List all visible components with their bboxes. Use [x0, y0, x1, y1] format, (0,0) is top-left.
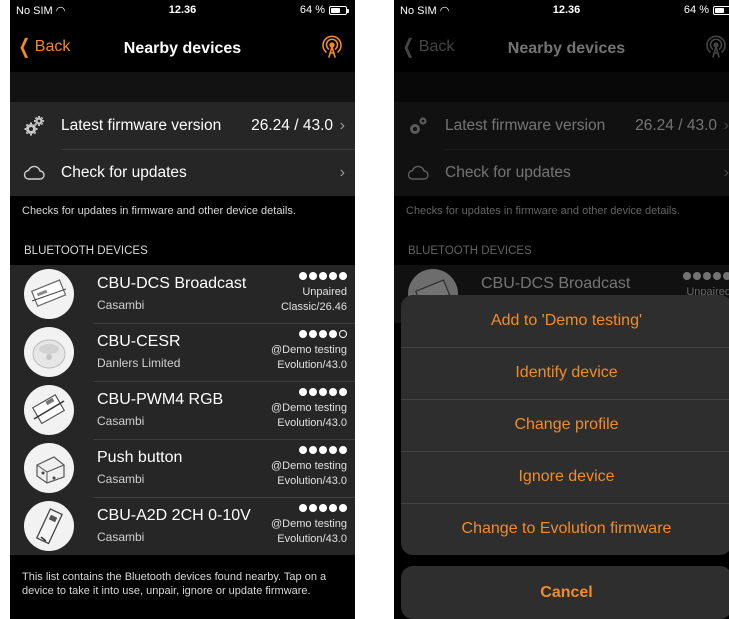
device-maker: Casambi — [97, 298, 145, 312]
device-name: Push button — [97, 449, 183, 466]
radar-broadcast-icon[interactable] — [319, 33, 345, 59]
battery-icon — [329, 5, 349, 15]
page-title: Nearby devices — [123, 40, 242, 57]
battery-icon — [713, 5, 729, 15]
signal-strength-icon — [683, 272, 729, 280]
device-name: CBU-CESR — [97, 333, 181, 350]
clock: 12.36 — [552, 4, 581, 16]
device-row[interactable]: CBU-PWM4 RGB Casambi @Demo testing Evolu… — [10, 381, 355, 439]
gears-icon — [410, 117, 427, 134]
signal-strength-icon — [299, 504, 347, 512]
device-row[interactable]: Push button Casambi @Demo testing Evolut… — [10, 439, 355, 497]
device-status: @Demo testing — [271, 402, 347, 414]
radar-broadcast-icon[interactable] — [703, 33, 729, 59]
device-status: Unpaired — [302, 286, 347, 298]
device-maker: Casambi — [97, 472, 145, 486]
identify-device-button[interactable]: Identify device — [401, 347, 729, 399]
device-maker: Casambi — [97, 530, 145, 544]
chevron-right-icon: › — [339, 163, 345, 181]
chevron-right-icon: › — [723, 163, 729, 181]
signal-strength-icon — [299, 446, 347, 454]
battery-percent: 64 % — [683, 4, 709, 16]
chevron-right-icon: › — [339, 116, 345, 134]
check-updates-row[interactable]: Check for updates › — [394, 149, 729, 196]
device-list: CBU-DCS Broadcast Casambi Unpaired Class… — [10, 265, 355, 555]
device-status: @Demo testing — [271, 518, 347, 530]
device-name: CBU-DCS Broadcast — [481, 275, 631, 292]
device-action-screen: No SIM ◠ 12.36 64 % ❮ Back Nearby devices — [394, 0, 729, 619]
navigation-bar: ❮ Back Nearby devices — [394, 26, 729, 72]
ignore-device-button[interactable]: Ignore device — [401, 451, 729, 503]
device-image — [24, 501, 74, 551]
updates-note: Checks for updates in firmware and other… — [406, 205, 680, 217]
battery-percent: 64 % — [299, 4, 325, 16]
page-title: Nearby devices — [507, 40, 626, 57]
firmware-version-label: Latest firmware version — [61, 116, 222, 134]
bluetooth-section-header: BLUETOOTH DEVICES — [408, 245, 532, 257]
change-firmware-button[interactable]: Change to Evolution firmware — [401, 503, 729, 555]
chevron-right-icon: › — [723, 116, 729, 134]
gears-icon — [24, 116, 44, 136]
device-status: @Demo testing — [271, 460, 347, 472]
settings-group: Latest firmware version 26.24 / 43.0 › C… — [10, 102, 355, 196]
firmware-version-value: 26.24 / 43.0 — [635, 116, 717, 134]
device-image — [24, 443, 74, 493]
check-updates-label: Check for updates — [445, 163, 571, 181]
firmware-version-row[interactable]: Latest firmware version 26.24 / 43.0 › — [10, 102, 355, 149]
device-row[interactable]: CBU-CESR Danlers Limited @Demo testing E… — [10, 323, 355, 381]
change-profile-button[interactable]: Change profile — [401, 399, 729, 451]
device-firmware: Evolution/43.0 — [277, 475, 347, 487]
navigation-bar: ❮ Back Nearby devices — [10, 26, 355, 72]
bluetooth-section-header: BLUETOOTH DEVICES — [24, 245, 148, 257]
device-maker: Casambi — [97, 414, 145, 428]
settings-group: Latest firmware version 26.24 / 43.0 › C… — [394, 102, 729, 196]
cloud-icon — [23, 165, 45, 180]
action-sheet: Add to 'Demo testing' Identify device Ch… — [401, 295, 729, 555]
device-firmware: Evolution/43.0 — [277, 417, 347, 429]
device-name: CBU-A2D 2CH 0-10V — [97, 507, 251, 524]
device-row[interactable]: CBU-A2D 2CH 0-10V Casambi @Demo testing … — [10, 497, 355, 555]
device-maker: Danlers Limited — [97, 356, 181, 370]
status-bar: No SIM ◠ 12.36 64 % — [10, 0, 355, 22]
device-row[interactable]: CBU-DCS Broadcast Casambi Unpaired Class… — [10, 265, 355, 323]
device-name: CBU-PWM4 RGB — [97, 391, 224, 408]
device-image — [24, 269, 74, 319]
signal-strength-icon — [299, 330, 347, 338]
updates-note: Checks for updates in firmware and other… — [22, 205, 296, 217]
signal-strength-icon — [299, 272, 347, 280]
device-firmware: Evolution/43.0 — [277, 533, 347, 545]
cancel-button[interactable]: Cancel — [401, 566, 729, 619]
check-updates-label: Check for updates — [61, 163, 187, 181]
nearby-devices-screen: No SIM ◠ 12.36 64 % ❮ Back Nearby devices — [10, 0, 355, 619]
add-to-network-button[interactable]: Add to 'Demo testing' — [401, 295, 729, 347]
device-firmware: Evolution/43.0 — [277, 359, 347, 371]
firmware-version-value: 26.24 / 43.0 — [251, 116, 333, 134]
firmware-version-label: Latest firmware version — [445, 116, 606, 134]
device-name: CBU-DCS Broadcast — [97, 275, 247, 292]
device-image — [24, 385, 74, 435]
firmware-version-row[interactable]: Latest firmware version 26.24 / 43.0 › — [394, 102, 729, 149]
device-image — [24, 327, 74, 377]
cloud-icon — [407, 165, 429, 180]
status-bar: No SIM ◠ 12.36 64 % — [394, 0, 729, 22]
device-firmware: Classic/26.46 — [280, 301, 347, 313]
bluetooth-footer-note: This list contains the Bluetooth devices… — [22, 571, 327, 597]
signal-strength-icon — [299, 388, 347, 396]
device-status: @Demo testing — [271, 344, 347, 356]
check-updates-row[interactable]: Check for updates › — [10, 149, 355, 196]
